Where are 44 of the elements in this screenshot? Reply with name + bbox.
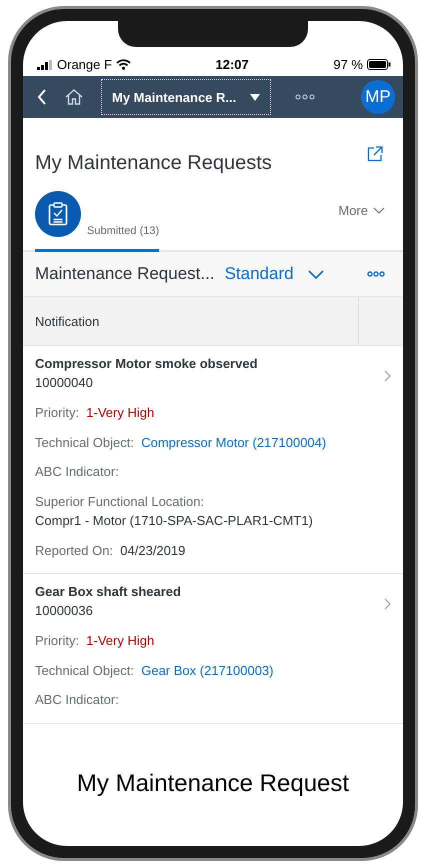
- variant-selector[interactable]: Standard: [218, 264, 330, 284]
- user-avatar[interactable]: MP: [361, 80, 395, 114]
- field-text: Priority: 1-Very High: [35, 404, 156, 422]
- app-title-menu[interactable]: My Maintenance R...: [101, 79, 272, 115]
- more-icon: [367, 271, 385, 277]
- technical-object-link[interactable]: Gear Box (217100003): [141, 662, 274, 678]
- notification-number: 10000036: [35, 603, 94, 618]
- column-header: Notification: [23, 297, 359, 345]
- signal-icon: [37, 60, 53, 70]
- carrier-name: Orange F: [57, 57, 112, 72]
- table-title: Maintenance Request...: [35, 264, 215, 284]
- field-text: Technical Object: Gear Box (217100003): [35, 662, 274, 680]
- field-text: Reported On: 04/23/2019: [35, 542, 186, 560]
- chevron-down-icon: [308, 270, 324, 278]
- row-title: Compressor Motor smoke observed: [35, 356, 259, 371]
- priority-value: 1-Very High: [86, 405, 154, 420]
- row-title: Gear Box shaft sheared: [35, 584, 182, 600]
- clock-time: 12:07: [216, 57, 249, 72]
- priority-value: 1-Very High: [86, 633, 154, 648]
- battery-icon: [367, 59, 391, 70]
- field-label: Superior Functional Location:: [35, 492, 206, 510]
- field-text: ABC Indicator:: [35, 691, 120, 709]
- technical-object-link[interactable]: Compressor Motor (217100004): [141, 434, 326, 450]
- battery-percent: 97 %: [333, 57, 363, 72]
- chevron-icon: [384, 370, 391, 382]
- notification-number: 10000040: [35, 375, 94, 390]
- field-text: Technical Object: Compressor Motor (217100004): [35, 434, 328, 452]
- list-row[interactable]: Gear Box shaft sheared 10000036 Priority: 1-Very High Technical Object: Gear Box (217100003) ABC Indicator:: [23, 574, 403, 724]
- dropdown-icon: [250, 94, 260, 100]
- chevron-down-icon: [373, 207, 385, 214]
- field-text: ABC Indicator:: [35, 463, 120, 481]
- clipboard-icon: [35, 191, 81, 237]
- share-icon: [367, 146, 383, 162]
- page-title: My Maintenance Requests: [35, 152, 272, 175]
- field-text: Priority: 1-Very High: [35, 632, 156, 650]
- back-icon: [37, 89, 47, 105]
- field-value: Compr1 - Motor (1710-SPA-SAC-PLAR1-CMT1): [35, 512, 314, 530]
- chevron-icon: [384, 598, 391, 610]
- home-icon: [65, 89, 83, 105]
- field-value: 04/23/2019: [120, 542, 186, 558]
- caption-text: My Maintenance Request: [76, 770, 350, 799]
- more-icon: [295, 94, 316, 100]
- more-button[interactable]: More: [332, 202, 391, 219]
- wifi-icon: [116, 59, 131, 70]
